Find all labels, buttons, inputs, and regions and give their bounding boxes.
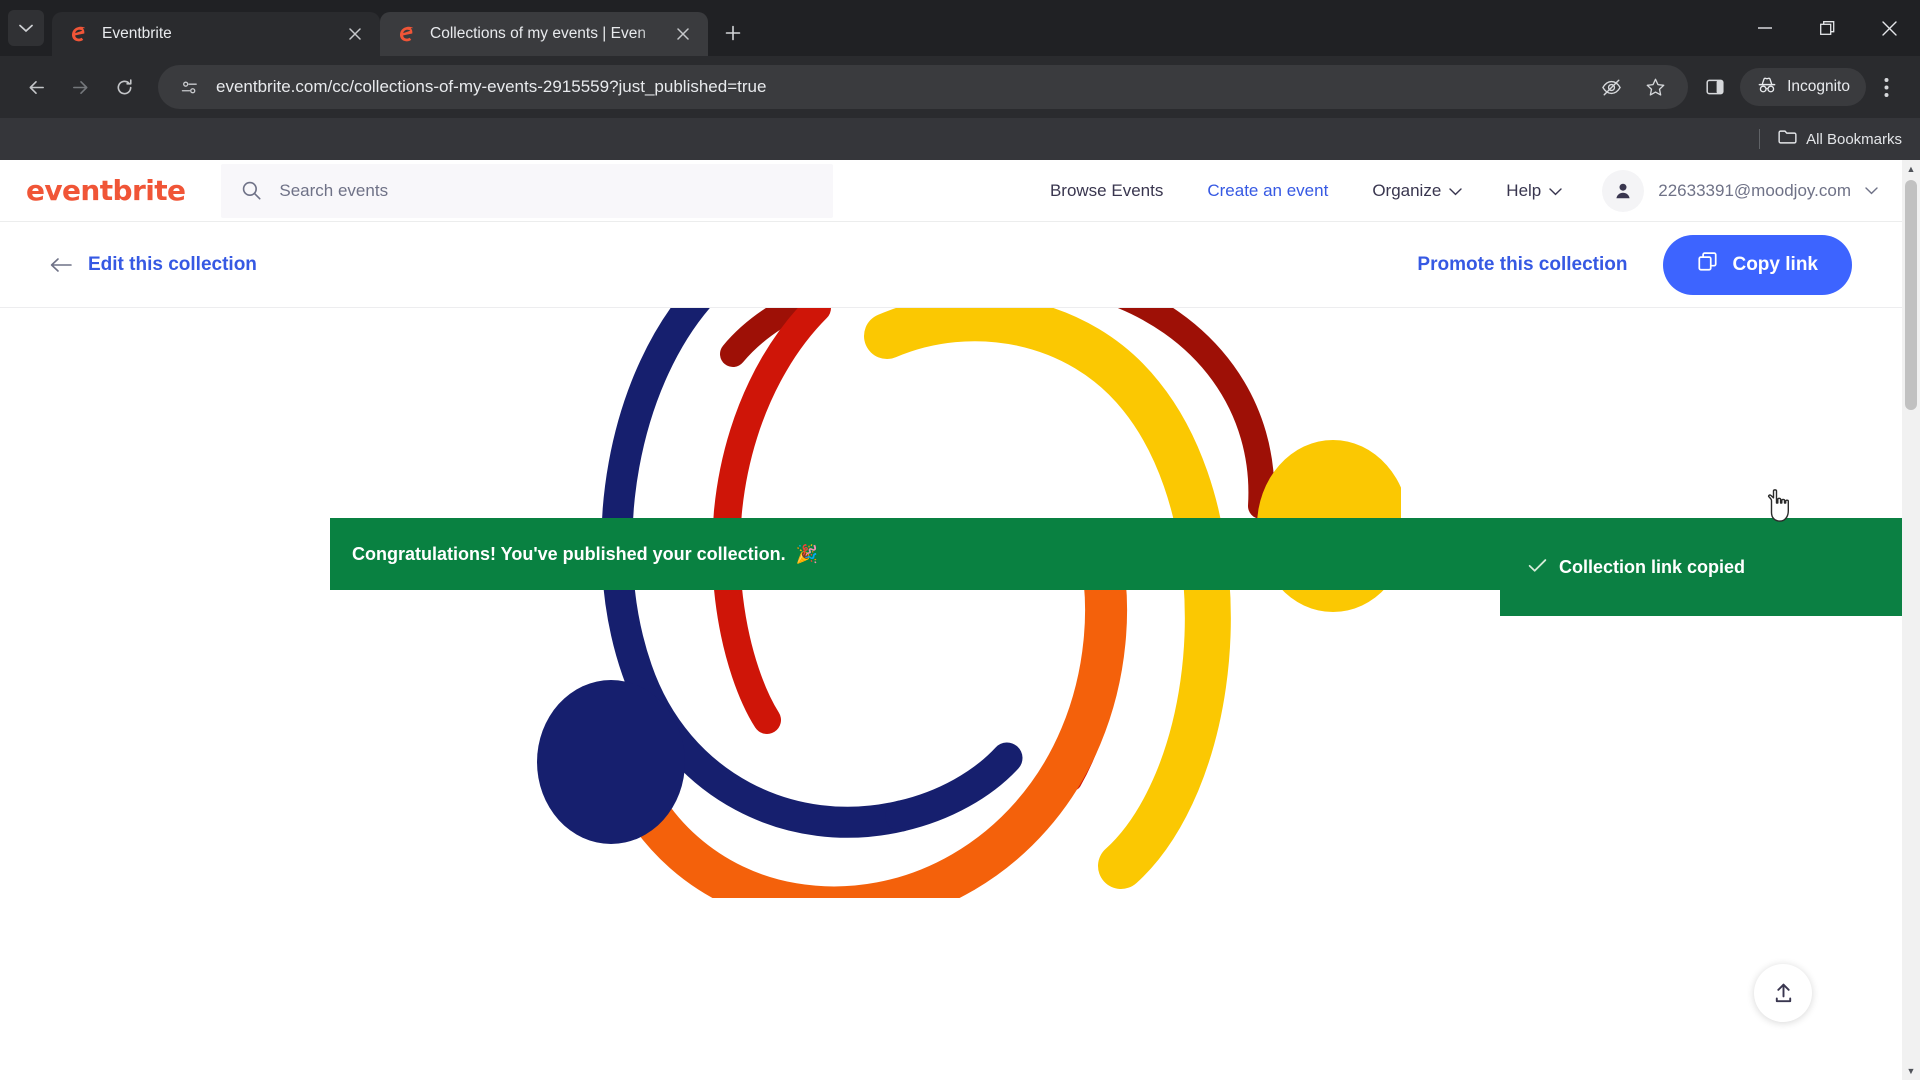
browser-tab-eventbrite[interactable]: Eventbrite	[52, 12, 380, 56]
scrollbar-up-arrow[interactable]: ▲	[1907, 160, 1916, 178]
link-copied-label: Collection link copied	[1559, 556, 1746, 577]
party-popper-icon: 🎉	[795, 543, 819, 564]
action-bar-right: Promote this collection Copy link	[1417, 234, 1852, 295]
browser-window: Eventbrite Collections of my events | Ev…	[0, 0, 1920, 1080]
close-icon	[677, 28, 689, 40]
eventbrite-favicon	[396, 23, 418, 45]
bookmarks-divider	[1759, 129, 1761, 149]
reload-icon	[117, 78, 132, 94]
side-panel-icon[interactable]	[1696, 68, 1734, 106]
arrow-left-icon	[50, 257, 72, 272]
plus-icon	[725, 25, 741, 41]
incognito-icon	[1756, 76, 1778, 99]
abstract-swirl-logo	[501, 308, 1401, 898]
edit-collection-label: Edit this collection	[88, 253, 257, 275]
minimize-icon	[1758, 27, 1772, 29]
tab-close-button[interactable]	[670, 21, 696, 47]
link-copied-toast: Collection link copied	[1500, 518, 1902, 616]
restore-button[interactable]	[1796, 0, 1858, 56]
collection-action-bar: Edit this collection Promote this collec…	[0, 222, 1902, 308]
incognito-label: Incognito	[1787, 78, 1850, 95]
star-icon[interactable]	[1636, 68, 1674, 106]
browser-tab-collections[interactable]: Collections of my events | Even	[380, 12, 708, 56]
close-button[interactable]	[1858, 0, 1920, 56]
eye-off-icon[interactable]	[1592, 68, 1630, 106]
page-viewport: eventbrite Search events Browse Events C…	[0, 160, 1920, 1080]
tab-title: Collections of my events | Even	[430, 25, 646, 42]
minimize-button[interactable]	[1734, 0, 1796, 56]
omnibox-actions	[1592, 68, 1674, 106]
back-icon	[29, 80, 44, 94]
incognito-indicator[interactable]: Incognito	[1740, 68, 1866, 106]
browser-menu-button[interactable]	[1866, 65, 1906, 109]
chevron-down-icon	[19, 24, 33, 32]
copy-link-label: Copy link	[1732, 253, 1818, 275]
check-icon	[1528, 557, 1547, 578]
reload-button[interactable]	[102, 65, 146, 109]
url-text: eventbrite.com/cc/collections-of-my-even…	[216, 77, 767, 96]
folder-icon	[1778, 129, 1797, 149]
eventbrite-favicon	[68, 23, 90, 45]
tab-close-button[interactable]	[342, 21, 368, 47]
bookmarks-bar: All Bookmarks	[0, 118, 1920, 160]
copy-link-button[interactable]: Copy link	[1663, 234, 1852, 295]
kebab-menu-icon	[1884, 77, 1888, 97]
tab-strip: Eventbrite Collections of my events | Ev…	[0, 0, 1920, 56]
page-info-icon[interactable]	[176, 74, 202, 100]
back-button[interactable]	[14, 65, 58, 109]
browser-toolbar: eventbrite.com/cc/collections-of-my-even…	[0, 56, 1920, 118]
published-toast-message: Congratulations! You've published your c…	[352, 544, 818, 565]
address-bar[interactable]: eventbrite.com/cc/collections-of-my-even…	[158, 65, 1689, 109]
window-controls	[1734, 0, 1920, 56]
edit-this-collection-link[interactable]: Edit this collection	[50, 254, 257, 276]
all-bookmarks-button[interactable]: All Bookmarks	[1778, 129, 1902, 149]
copy-icon	[1697, 251, 1718, 278]
scrollbar-thumb[interactable]	[1905, 180, 1917, 410]
forward-button[interactable]	[58, 65, 102, 109]
share-upload-icon	[1775, 983, 1791, 1002]
eventbrite-page: eventbrite Search events Browse Events C…	[0, 160, 1902, 1080]
page-scrollbar[interactable]: ▲ ▼	[1902, 160, 1920, 1080]
share-button[interactable]	[1754, 964, 1812, 1022]
tab-title: Eventbrite	[102, 25, 172, 42]
promote-this-collection-link[interactable]: Promote this collection	[1417, 254, 1627, 276]
all-bookmarks-label: All Bookmarks	[1806, 130, 1902, 148]
close-icon	[1881, 20, 1897, 36]
new-tab-button[interactable]	[716, 16, 750, 50]
forward-icon	[72, 80, 87, 94]
scrollbar-down-arrow[interactable]: ▼	[1902, 1062, 1920, 1080]
toast-text: Congratulations! You've published your c…	[352, 543, 786, 564]
restore-icon	[1819, 20, 1834, 35]
tab-search-button[interactable]	[8, 10, 44, 46]
close-icon	[349, 28, 361, 40]
